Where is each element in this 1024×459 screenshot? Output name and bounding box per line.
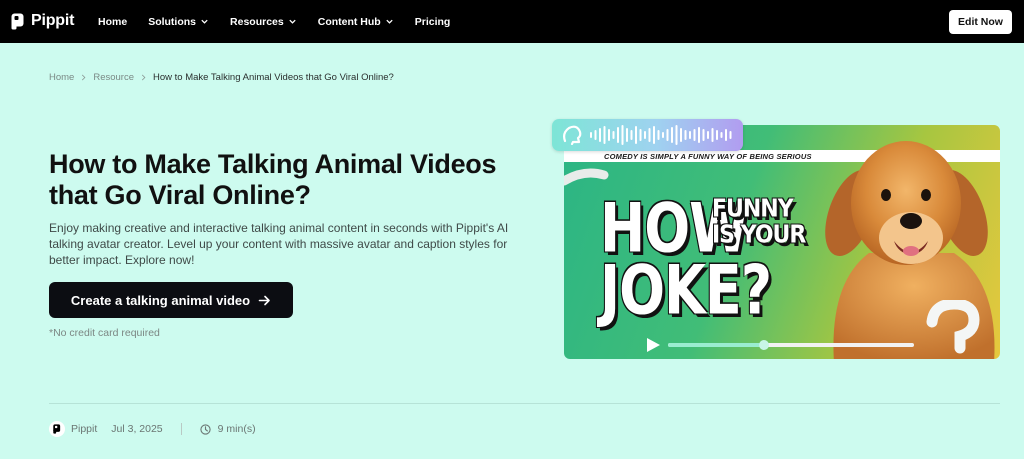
read-time: 9 min(s) [217, 423, 256, 435]
edit-now-button[interactable]: Edit Now [949, 10, 1012, 34]
waveform-bar [702, 129, 705, 141]
waveform-bar [716, 130, 718, 140]
nav-resources[interactable]: Resources [230, 16, 297, 28]
hero-description: Enjoy making creative and interactive ta… [49, 221, 509, 267]
nav-pricing[interactable]: Pricing [415, 16, 451, 28]
chevron-down-icon [201, 19, 208, 24]
waveform-bar [644, 131, 646, 139]
waveform-bar [621, 125, 624, 145]
waveform-bar [666, 129, 669, 141]
nav-content-hub-label: Content Hub [317, 15, 381, 28]
meta-separator [180, 423, 182, 435]
waveform-bar [693, 129, 696, 141]
waveform-bar [626, 128, 628, 142]
video-player-controls [564, 330, 1000, 359]
waveform-bar [630, 130, 633, 140]
play-icon[interactable] [646, 337, 661, 353]
page-title: How to Make Talking Animal Videos that G… [49, 149, 497, 210]
waveform-bar [707, 131, 709, 139]
breadcrumb-home[interactable]: Home [49, 72, 74, 83]
author-name: Pippit [71, 423, 98, 435]
waveform-bar [599, 128, 601, 142]
waveform-bar [725, 129, 727, 141]
waveform-bar [675, 125, 678, 145]
waveform-bar [648, 128, 651, 142]
caption-word-funny: FUNNY [712, 194, 794, 224]
waveform-bar [671, 127, 673, 143]
nav-solutions[interactable]: Solutions [148, 16, 209, 28]
waveform-bar [662, 132, 664, 138]
breadcrumb-resource[interactable]: Resource [93, 72, 134, 83]
caption-word-is-your: IS YOUR [712, 220, 806, 250]
clock-icon [200, 423, 211, 435]
waveform-bar [594, 130, 597, 140]
nav-pricing-label: Pricing [414, 15, 451, 28]
nav-resources-label: Resources [230, 15, 284, 28]
breadcrumb: Home Resource How to Make Talking Animal… [49, 72, 394, 83]
pippit-logo-icon [11, 13, 24, 29]
progress-knob[interactable] [758, 340, 769, 350]
publish-date: Jul 3, 2025 [111, 423, 163, 435]
caption-strip-text: COMEDY IS SIMPLY A FUNNY WAY OF BEING SE… [604, 152, 812, 161]
speech-head-icon [563, 125, 582, 145]
nav-home[interactable]: Home [98, 16, 127, 28]
waveform-bar [698, 127, 700, 143]
nav-home-label: Home [98, 15, 128, 28]
chevron-down-icon [289, 19, 296, 24]
breadcrumb-current: How to Make Talking Animal Videos that G… [153, 72, 394, 83]
progress-fill [668, 343, 764, 347]
article-meta: Pippit Jul 3, 2025 9 min(s) [49, 421, 256, 437]
nav-links: Home Solutions Resources Content Hub Pri… [98, 0, 471, 43]
waveform-bar [680, 128, 682, 142]
nav-solutions-label: Solutions [148, 15, 197, 28]
brand-name: Pippit [31, 12, 75, 29]
waveform-bar [684, 130, 687, 140]
nav-content-hub[interactable]: Content Hub [318, 16, 394, 28]
waveform-bar [603, 126, 606, 144]
waveform-bar [590, 132, 592, 138]
voice-wave-bubble [552, 119, 743, 151]
waveform-bar [635, 126, 637, 144]
section-divider [49, 403, 1000, 404]
waveform-bar [657, 130, 660, 140]
cta-label: Create a talking animal video [70, 292, 251, 308]
waveform-bar [608, 129, 610, 141]
chevron-right-icon [82, 74, 86, 81]
waveform-bar [612, 131, 615, 139]
waveform-bar [653, 126, 655, 144]
chevron-down-icon [386, 19, 393, 24]
audio-waveform [590, 125, 732, 145]
chevron-right-icon [141, 74, 146, 81]
author-avatar [49, 421, 65, 437]
hero-image: COMEDY IS SIMPLY A FUNNY WAY OF BEING SE… [564, 125, 1000, 359]
waveform-bar [720, 132, 723, 138]
top-nav: Pippit Home Solutions Resources Content … [0, 0, 1024, 43]
waveform-bar [617, 127, 619, 143]
waveform-bar [689, 131, 691, 139]
no-credit-card-note: *No credit card required [49, 327, 160, 339]
caption-word-joke: JOKE? [600, 250, 772, 330]
waveform-bar [639, 129, 642, 141]
waveform-bar [729, 131, 732, 139]
waveform-bar [711, 128, 714, 142]
arrow-right-icon [258, 295, 270, 305]
brand-logo[interactable]: Pippit [11, 12, 74, 30]
pippit-logo-icon [53, 424, 61, 434]
create-talking-animal-video-button[interactable]: Create a talking animal video [49, 282, 293, 318]
